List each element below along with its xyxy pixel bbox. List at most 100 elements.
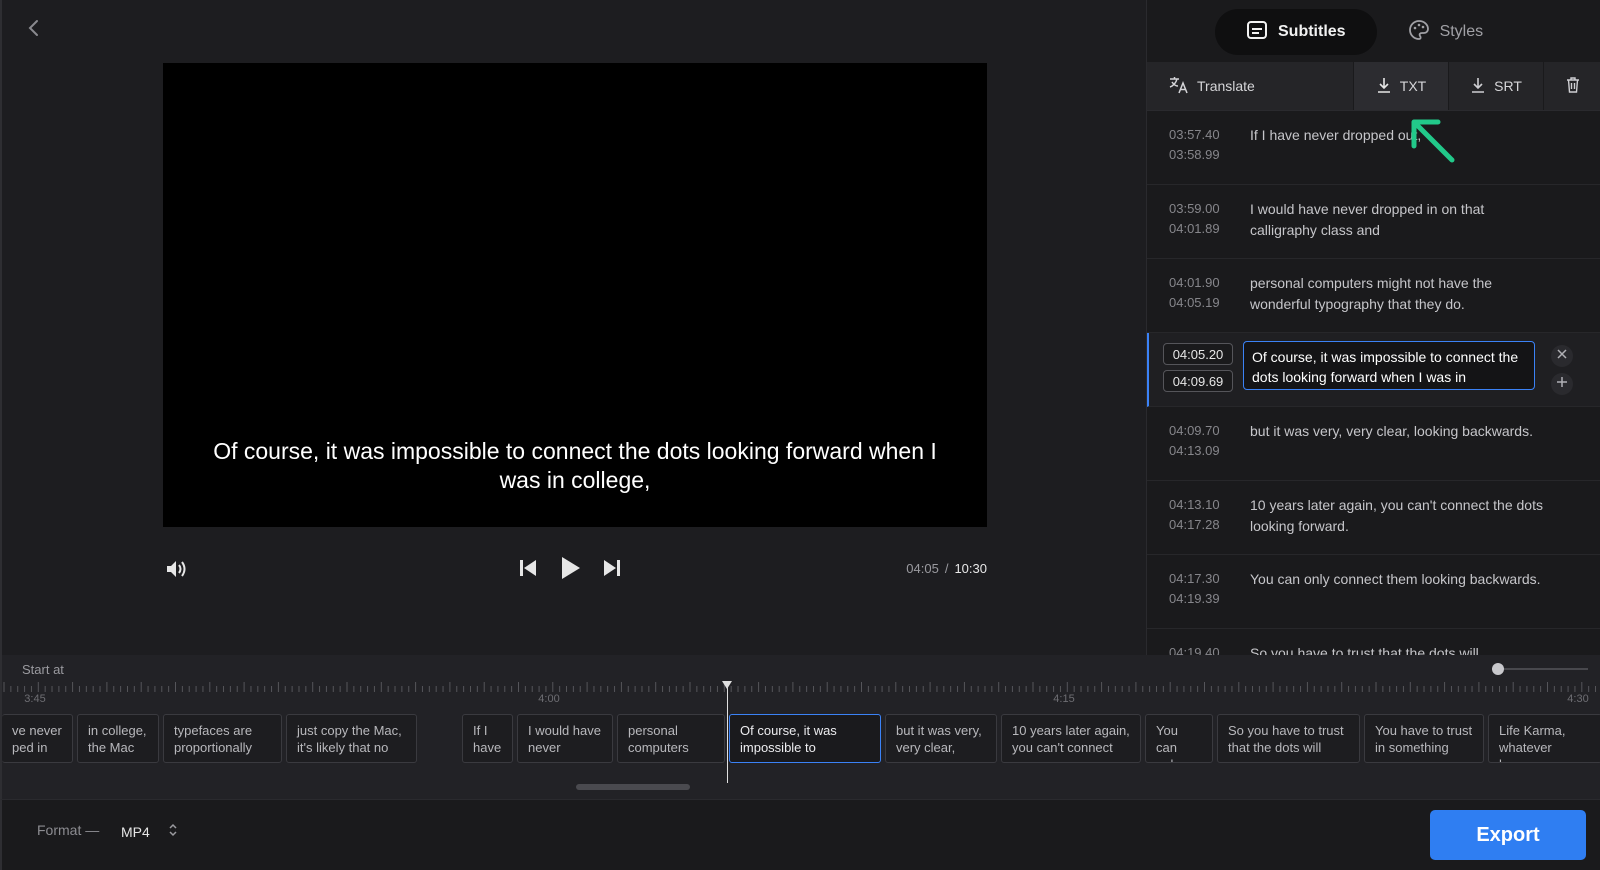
plus-icon — [1556, 375, 1568, 393]
video-preview[interactable]: Of course, it was impossible to connect … — [163, 63, 987, 527]
row-text: 10 years later again, you can't connect … — [1250, 497, 1543, 534]
row-times: 03:59.00 04:01.89 — [1169, 199, 1220, 239]
tab-styles[interactable]: Styles — [1377, 9, 1515, 55]
play-icon[interactable] — [558, 555, 582, 586]
tick-label: 4:15 — [1053, 693, 1075, 705]
subtitles-panel: Subtitles Styles Translate TXT SRT 03:57… — [1146, 0, 1600, 655]
translate-icon — [1169, 76, 1189, 97]
download-srt-label: SRT — [1494, 78, 1522, 94]
close-icon — [1556, 347, 1568, 365]
playhead[interactable] — [727, 681, 728, 783]
timeline-segment[interactable]: personal computers — [617, 714, 725, 763]
end-time-input[interactable]: 04:09.69 — [1163, 370, 1233, 392]
add-row-button[interactable] — [1551, 373, 1573, 395]
tab-styles-label: Styles — [1439, 23, 1484, 40]
subtitle-row[interactable]: 04:13.10 04:17.28 10 years later again, y… — [1147, 481, 1600, 555]
subtitle-toolbar: Translate TXT SRT — [1147, 62, 1600, 111]
subtitle-row[interactable]: 04:01.90 04:05.19 personal computers migh… — [1147, 259, 1600, 333]
subtitle-list: 03:57.40 03:58.99 If I have never dropped… — [1147, 111, 1600, 655]
download-srt-button[interactable]: SRT — [1449, 62, 1544, 110]
subtitle-row[interactable]: 03:59.00 04:01.89 I would have never drop… — [1147, 185, 1600, 259]
translate-label: Translate — [1197, 78, 1255, 94]
tick-label: 4:00 — [538, 693, 560, 705]
timeline-segment[interactable]: If I have — [462, 714, 513, 763]
row-times: 04:09.70 04:13.09 — [1169, 421, 1220, 461]
timeline-scrollbar[interactable] — [576, 784, 690, 790]
timeline-segment[interactable]: You can only — [1145, 714, 1213, 763]
row-text: I would have never dropped in on that ca… — [1250, 201, 1485, 238]
end-time: 04:17.28 — [1169, 517, 1220, 532]
start-time: 04:09.70 — [1169, 423, 1220, 438]
translate-button[interactable]: Translate — [1147, 62, 1354, 110]
end-time: 04:19.39 — [1169, 591, 1220, 606]
download-txt-label: TXT — [1399, 78, 1427, 94]
subtitles-icon — [1246, 20, 1268, 45]
tab-subtitles[interactable]: Subtitles — [1215, 9, 1377, 55]
timeline-segment[interactable]: I would have never — [517, 714, 613, 763]
timeline-segment[interactable]: So you have to trust that the dots will — [1217, 714, 1360, 763]
start-time: 04:13.10 — [1169, 497, 1220, 512]
download-txt-button[interactable]: TXT — [1354, 62, 1449, 110]
subtitle-row[interactable]: 04:19.40 So you have to trust that the d… — [1147, 629, 1600, 655]
export-button[interactable]: Export — [1430, 810, 1586, 860]
timeline[interactable]: Start at 3:45 4:00 4:15 4:30 ve never pe… — [0, 655, 1600, 799]
sort-chevron-icon — [168, 822, 178, 841]
timeline-segment[interactable]: just copy the Mac, it's likely that no — [286, 714, 417, 763]
video-caption: Of course, it was impossible to connect … — [213, 438, 937, 493]
timeline-segment[interactable]: 10 years later again, you can't connect — [1001, 714, 1141, 763]
zoom-slider-knob[interactable] — [1492, 663, 1504, 675]
row-times: 04:17.30 04:19.39 — [1169, 569, 1220, 609]
bottom-bar: Format — MP4 Export — [0, 799, 1600, 870]
start-time: 04:19.40 — [1169, 645, 1220, 655]
timeline-segment[interactable]: in college, the Mac — [77, 714, 159, 763]
tick-label: 4:30 — [1567, 693, 1589, 705]
timeline-segment[interactable]: but it was very, very clear, — [885, 714, 997, 763]
skip-back-icon[interactable] — [518, 557, 538, 584]
timeline-segment[interactable]: Life Karma, whatever becaus — [1488, 714, 1600, 763]
skip-forward-icon[interactable] — [602, 557, 622, 584]
remove-row-button[interactable] — [1551, 345, 1573, 367]
format-select[interactable]: MP4 — [121, 822, 178, 841]
playhead-handle[interactable] — [722, 681, 732, 689]
subtitle-row-active[interactable]: 04:05.20 04:09.69 Of course, it was impo… — [1147, 333, 1600, 407]
time-separator: / — [944, 561, 949, 576]
row-text: personal computers might not have the wo… — [1250, 275, 1493, 312]
download-icon — [1376, 77, 1392, 96]
row-text: but it was very, very clear, looking bac… — [1250, 423, 1533, 439]
end-time: 03:58.99 — [1169, 147, 1220, 162]
tab-subtitles-label: Subtitles — [1278, 23, 1346, 40]
total-time: 10:30 — [954, 561, 987, 576]
timeline-segment[interactable]: You have to trust in something — [1364, 714, 1484, 763]
row-times: 04:19.40 — [1169, 643, 1220, 655]
timeline-segment-active[interactable]: Of course, it was impossible to — [729, 714, 881, 763]
row-times: 04:13.10 04:17.28 — [1169, 495, 1220, 535]
playback-controls: 04:05 / 10:30 — [163, 552, 987, 586]
start-time-input[interactable]: 04:05.20 — [1163, 343, 1233, 365]
subtitle-text-editor[interactable]: Of course, it was impossible to connect … — [1243, 341, 1535, 390]
start-time: 04:01.90 — [1169, 275, 1220, 290]
timeline-segment[interactable]: typefaces are proportionally — [163, 714, 282, 763]
zoom-slider[interactable] — [1492, 663, 1588, 675]
format-value: MP4 — [121, 823, 150, 840]
current-time: 04:05 — [906, 561, 939, 576]
mode-tabs: Subtitles Styles — [1215, 9, 1515, 55]
start-at-label: Start at — [22, 662, 64, 677]
back-arrow-icon[interactable] — [22, 16, 46, 40]
trash-icon — [1565, 76, 1581, 97]
delete-button[interactable] — [1544, 62, 1600, 110]
subtitle-row[interactable]: 04:09.70 04:13.09 but it was very, very c… — [1147, 407, 1600, 481]
row-text: You can only connect them looking backwa… — [1250, 571, 1541, 587]
volume-icon[interactable] — [163, 556, 189, 582]
timeline-segment[interactable]: ve never ped in on — [2, 714, 73, 763]
end-time: 04:01.89 — [1169, 221, 1220, 236]
row-times: 04:01.90 04:05.19 — [1169, 273, 1220, 313]
start-time: 03:57.40 — [1169, 127, 1220, 142]
start-time: 04:17.30 — [1169, 571, 1220, 586]
timeline-ruler — [3, 682, 1597, 692]
player-area: Of course, it was impossible to connect … — [0, 0, 1146, 655]
start-time: 03:59.00 — [1169, 201, 1220, 216]
subtitle-row[interactable]: 04:17.30 04:19.39 You can only connect th… — [1147, 555, 1600, 629]
transport-buttons — [518, 555, 622, 586]
subtitle-row[interactable]: 03:57.40 03:58.99 If I have never dropped… — [1147, 111, 1600, 185]
row-text: If I have never dropped out, — [1250, 127, 1422, 143]
